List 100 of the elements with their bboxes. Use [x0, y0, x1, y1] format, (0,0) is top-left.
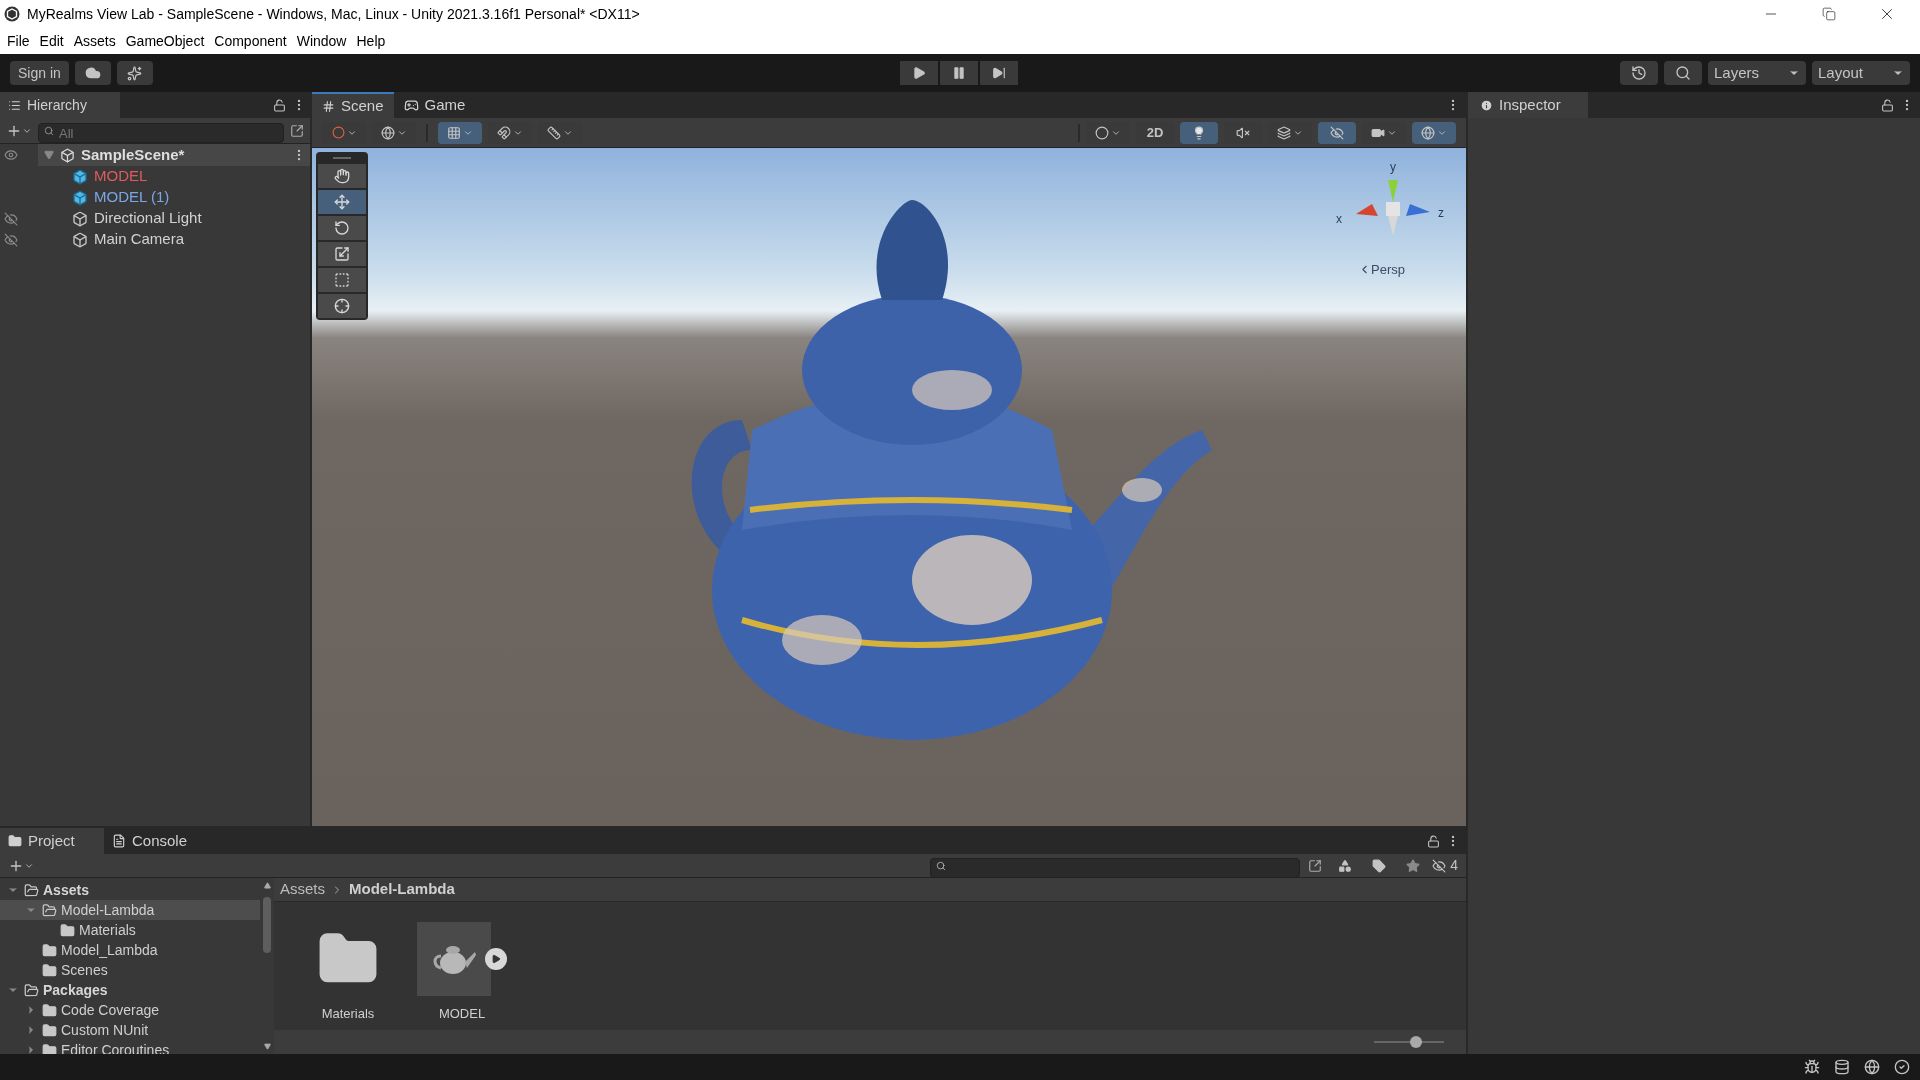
hierarchy-item[interactable]: Directional Light: [38, 208, 310, 229]
scroll-up-icon: [263, 882, 271, 889]
breadcrumb-item[interactable]: Assets: [280, 878, 325, 901]
folder-name: Custom NUnit: [61, 1020, 149, 1040]
zoom-slider[interactable]: [1374, 1036, 1444, 1048]
view-tab[interactable]: Scene: [312, 92, 394, 118]
layers-dropdown[interactable]: Layers: [1708, 61, 1806, 85]
menu-item[interactable]: Window: [291, 30, 352, 52]
search-mode-icon[interactable]: [1308, 858, 1323, 873]
menu-item[interactable]: Help: [351, 30, 391, 52]
scene-tool-button[interactable]: [318, 190, 366, 214]
project-tree-item[interactable]: Model-Lambda: [0, 900, 260, 920]
project-tree-item[interactable]: Custom NUnit: [0, 1020, 260, 1040]
panel-tab[interactable]: Project: [0, 828, 104, 854]
project-tree-item[interactable]: Assets: [0, 880, 260, 900]
database-icon[interactable]: [1834, 1059, 1850, 1075]
projection-label: Persp: [1371, 261, 1405, 279]
scene-visibility-toggle[interactable]: [1318, 121, 1356, 144]
scene-tool-button[interactable]: [318, 294, 366, 318]
menu-item[interactable]: GameObject: [120, 30, 210, 52]
rotate-icon: [334, 220, 350, 236]
gizmos-dropdown[interactable]: [1412, 121, 1456, 144]
crosshair-icon: [334, 298, 350, 314]
tag-icon[interactable]: [1372, 858, 1387, 873]
scene-tool-button[interactable]: [318, 216, 366, 240]
hierarchy-item[interactable]: Main Camera: [38, 229, 310, 250]
panel-tab[interactable]: Console: [104, 828, 208, 854]
lock-icon[interactable]: [1427, 834, 1440, 848]
cube-outline-icon: [72, 231, 88, 248]
asset-tile[interactable]: Materials: [298, 922, 398, 1030]
mute-icon: [1236, 125, 1250, 140]
menu-item[interactable]: File: [2, 30, 35, 52]
asset-label: Materials: [321, 1005, 375, 1023]
hierarchy-search-field[interactable]: All: [38, 123, 284, 143]
globe-icon[interactable]: [1864, 1059, 1880, 1075]
search-mode-icon[interactable]: [290, 123, 304, 138]
project-tree-item[interactable]: Code Coverage: [0, 1000, 260, 1020]
lock-icon[interactable]: [1881, 98, 1894, 112]
search-button[interactable]: [1664, 61, 1702, 85]
project-search-field[interactable]: [930, 857, 1301, 878]
star-icon[interactable]: [1406, 858, 1421, 873]
menu-item[interactable]: Assets: [68, 30, 121, 52]
scrollbar-thumb[interactable]: [263, 897, 271, 953]
breadcrumb-item[interactable]: Model-Lambda: [349, 878, 455, 901]
folder-name: Editor Coroutines: [61, 1040, 170, 1054]
hidden-eye-icon[interactable]: [4, 232, 18, 247]
slider-thumb[interactable]: [1410, 1036, 1422, 1048]
play-button[interactable]: [900, 61, 938, 85]
cloud-button[interactable]: [74, 61, 111, 85]
project-tree-item[interactable]: Editor Coroutines: [0, 1040, 260, 1054]
scene-icon: [60, 147, 75, 163]
object-name: MODEL: [94, 166, 148, 187]
hidden-eye-icon[interactable]: [1432, 858, 1447, 873]
sign-in-button[interactable]: Sign in: [10, 61, 69, 85]
scene-tool-button[interactable]: [318, 164, 366, 188]
folder-name: Assets: [43, 880, 89, 900]
project-tree-item[interactable]: Scenes: [0, 960, 260, 980]
open-folder-icon: [24, 982, 39, 998]
bug-icon[interactable]: [1804, 1059, 1820, 1075]
menu-item[interactable]: Component: [209, 30, 292, 52]
expanded-triangle-icon[interactable]: [44, 150, 54, 160]
check-circle-icon[interactable]: [1894, 1059, 1910, 1075]
hidden-eye-icon[interactable]: [4, 211, 18, 226]
cloud-icon: [84, 65, 101, 81]
project-tree-item[interactable]: Model_Lambda: [0, 940, 260, 960]
folder-name: Packages: [43, 980, 108, 1000]
ruler-icon: [547, 125, 561, 140]
axis-label: z: [1438, 205, 1444, 222]
layout-dropdown[interactable]: Layout: [1812, 61, 1910, 85]
view-tab[interactable]: Game: [393, 92, 476, 118]
history-button[interactable]: [1620, 61, 1658, 85]
collab-button[interactable]: [116, 61, 153, 85]
move-icon: [334, 194, 350, 210]
hierarchy-tab[interactable]: Hierarchy: [0, 92, 120, 118]
expand-play-icon[interactable]: [485, 948, 507, 970]
play-icon: [912, 66, 926, 80]
asset-tile[interactable]: MODEL: [412, 922, 512, 1030]
axis-label: y: [1390, 159, 1396, 176]
pause-button[interactable]: [940, 61, 978, 85]
folder-name: Model-Lambda: [61, 900, 155, 920]
open-folder-icon: [24, 882, 39, 898]
search-icon: [44, 125, 54, 136]
shapes-icon[interactable]: [1338, 858, 1353, 873]
scene-tool-button[interactable]: [318, 268, 366, 292]
lighting-toggle[interactable]: [1180, 121, 1218, 144]
menu-item[interactable]: Edit: [34, 30, 69, 52]
restore-icon[interactable]: [1822, 7, 1836, 21]
grid-snap-dropdown[interactable]: [438, 121, 482, 144]
eye-icon[interactable]: [4, 148, 18, 162]
lock-icon[interactable]: [273, 98, 286, 112]
project-tree-item[interactable]: Packages: [0, 980, 260, 1000]
inspector-tab[interactable]: Inspector: [1468, 92, 1588, 118]
scene-row[interactable]: SampleScene*: [38, 144, 310, 166]
project-tree-item[interactable]: Materials: [0, 920, 260, 940]
circle-icon: [1095, 125, 1109, 140]
list-icon: [112, 834, 126, 848]
scene-tool-button[interactable]: [318, 242, 366, 266]
step-button[interactable]: [980, 61, 1018, 85]
folder-icon: [42, 942, 57, 958]
hierarchy-item[interactable]: MODEL (1): [38, 187, 310, 208]
